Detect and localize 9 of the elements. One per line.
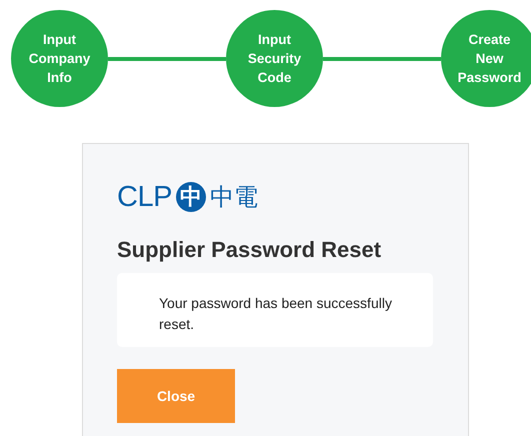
step-circle: Create New Password <box>441 10 531 107</box>
page-title: Supplier Password Reset <box>117 237 382 263</box>
logo-mark: 中 <box>176 182 206 212</box>
logo-text: CLP <box>117 182 172 212</box>
logo-text: 中電 <box>210 182 258 212</box>
step-circle: Input Company Info <box>11 10 108 107</box>
close-button[interactable]: Close <box>117 369 235 423</box>
success-message: Your password has been successfully reset. <box>159 295 392 332</box>
step-circle: Input Security Code <box>226 10 323 107</box>
